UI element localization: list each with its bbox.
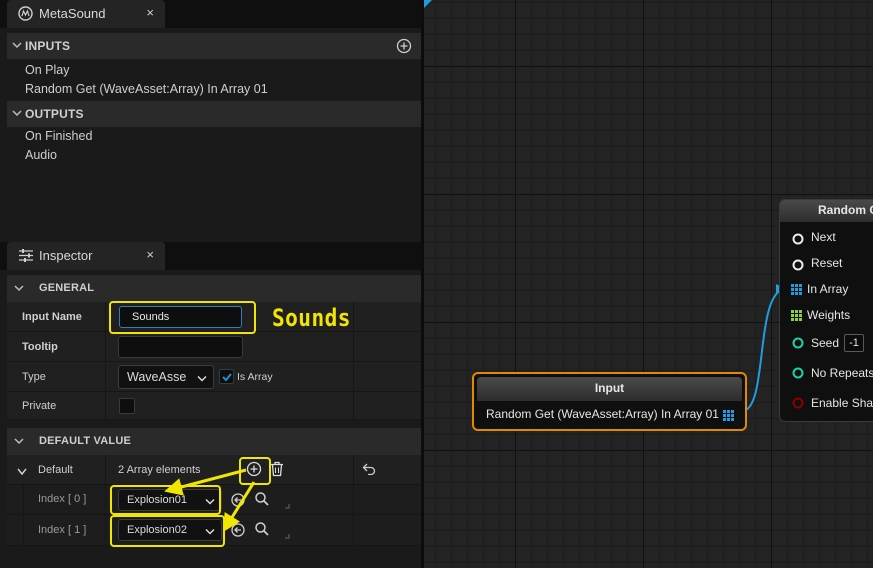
pin-in-array-label: In Array (807, 282, 849, 296)
input-node-title: Input (594, 381, 625, 395)
seed-value-field[interactable]: -1 (844, 334, 864, 352)
exec-pin-icon[interactable] (792, 259, 804, 274)
input-node-header: Input (477, 377, 742, 401)
exec-pin-icon[interactable] (792, 233, 804, 248)
int-pin-icon[interactable] (792, 367, 804, 382)
input-node-pin-label: Random Get (WaveAsset:Array) In Array 01 (486, 407, 719, 421)
float-array-pin-icon[interactable] (791, 310, 802, 324)
random-get-node-title: Random G (818, 203, 873, 217)
annotation-arrow (164, 468, 247, 496)
input-node[interactable]: Input Random Get (WaveAsset:Array) In Ar… (472, 372, 747, 431)
pin-enable-shared-label: Enable Shar (811, 396, 873, 410)
annotation-arrow (222, 481, 256, 533)
left-panel: MetaSound × INPUTS On Play Random Get (W… (0, 0, 421, 568)
pin-next-label: Next (811, 230, 836, 244)
pin-weights-label: Weights (807, 308, 851, 322)
pin-no-repeats-label: No Repeats (811, 366, 873, 380)
bool-pin-icon[interactable] (792, 397, 804, 412)
annotation-arrows (164, 468, 256, 533)
int-pin-icon[interactable] (792, 337, 804, 352)
random-get-node[interactable]: Random G Next Reset In Array Weights See… (779, 199, 873, 422)
array-pin-icon[interactable] (791, 284, 802, 298)
random-get-node-header: Random G (780, 200, 873, 222)
seed-value: -1 (849, 337, 859, 349)
array-pin-icon[interactable] (723, 410, 734, 424)
graph-canvas[interactable]: Input Random Get (WaveAsset:Array) In Ar… (424, 0, 873, 568)
pin-seed-label: Seed (811, 336, 840, 350)
pin-reset-label: Reset (811, 256, 843, 270)
